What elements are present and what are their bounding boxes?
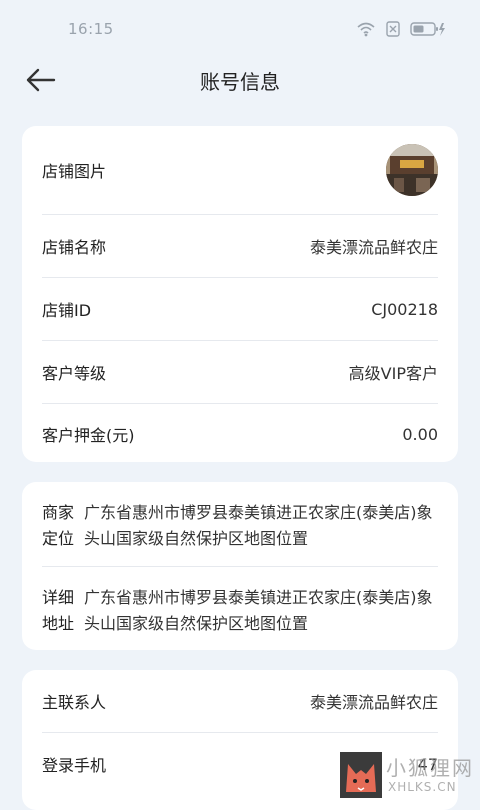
store-avatar[interactable] — [386, 144, 438, 196]
detail-address-value: 广东省惠州市博罗县泰美镇进正农家庄(泰美店)象头山国家级自然保护区地图位置 — [84, 588, 433, 633]
customer-level-row: 客户等级 高级VIP客户 — [42, 341, 438, 404]
store-image-row[interactable]: 店铺图片 — [42, 126, 438, 215]
page-title: 账号信息 — [200, 70, 280, 94]
main-contact-row: 主联系人 泰美漂流品鲜农庄 — [42, 670, 438, 733]
no-sim-icon — [386, 21, 400, 37]
deposit-value: 0.00 — [402, 424, 438, 444]
battery-icon — [410, 21, 446, 37]
main-contact-value: 泰美漂流品鲜农庄 — [309, 693, 438, 712]
merchant-location-row[interactable]: 商家定位 广东省惠州市博罗县泰美镇进正农家庄(泰美店)象头山国家级自然保护区地图… — [42, 482, 438, 567]
store-id-row: 店铺ID CJ00218 — [42, 278, 438, 341]
merchant-location-label: 商家定位 — [42, 503, 75, 548]
deposit-label: 客户押金(元) — [42, 426, 135, 445]
main-contact-label: 主联系人 — [42, 693, 107, 712]
store-name-label: 店铺名称 — [42, 238, 107, 257]
watermark: 小狐狸网 XHLKS.CN — [338, 748, 480, 800]
login-phone-label: 登录手机 — [42, 756, 107, 775]
address-card: 商家定位 广东省惠州市博罗县泰美镇进正农家庄(泰美店)象头山国家级自然保护区地图… — [22, 482, 458, 650]
detail-address-row: 详细地址 广东省惠州市博罗县泰美镇进正农家庄(泰美店)象头山国家级自然保护区地图… — [42, 567, 438, 651]
merchant-location-value: 广东省惠州市博罗县泰美镇进正农家庄(泰美店)象头山国家级自然保护区地图位置 — [84, 503, 433, 548]
store-image-label: 店铺图片 — [42, 162, 107, 181]
wifi-icon — [356, 21, 376, 37]
store-name-row: 店铺名称 泰美漂流品鲜农庄 — [42, 215, 438, 278]
watermark-text-cn: 小狐狸网 — [386, 756, 474, 780]
status-icons — [356, 21, 446, 37]
detail-address-label: 详细地址 — [42, 588, 75, 633]
store-info-card: 店铺图片 店铺名称 泰美漂流品鲜农庄 店铺ID CJ00218 客户等级 高级V… — [22, 126, 458, 462]
customer-level-value: 高级VIP客户 — [348, 364, 438, 383]
store-id-label: 店铺ID — [42, 301, 92, 320]
status-time: 16:15 — [68, 20, 114, 38]
store-id-value: CJ00218 — [371, 299, 438, 319]
nav-bar: 账号信息 — [0, 50, 480, 110]
watermark-text-en: XHLKS.CN — [388, 780, 457, 794]
customer-level-label: 客户等级 — [42, 364, 107, 383]
deposit-row: 客户押金(元) 0.00 — [42, 404, 438, 464]
store-name-value: 泰美漂流品鲜农庄 — [309, 238, 438, 257]
